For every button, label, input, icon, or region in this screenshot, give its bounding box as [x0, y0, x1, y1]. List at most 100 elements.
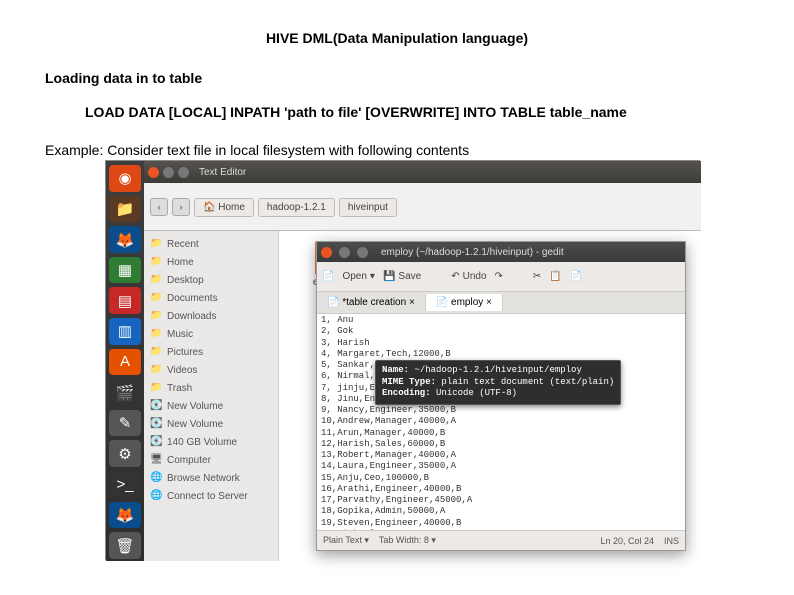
file-manager-header: Text Editor ‹ › 🏠 Home hadoop-1.2.1 hive… [144, 161, 701, 231]
folder-icon: 📁 [150, 382, 162, 394]
unity-launcher: ◉ 📁 🦊 ▦ ▤ ▥ A 🎬 ✎ ⚙ >_ 🦊 🗑 [106, 161, 144, 561]
gedit-title-text: employ (~/hadoop-1.2.1/hiveinput) - gedi… [381, 247, 564, 258]
maximize-icon[interactable] [357, 247, 368, 258]
sidebar-item[interactable]: 💽140 GB Volume [144, 433, 278, 451]
software-icon[interactable]: A [109, 349, 141, 376]
crumb-hadoop[interactable]: hadoop-1.2.1 [258, 198, 335, 217]
sidebar-item[interactable]: 📁Music [144, 325, 278, 343]
folder-icon: 📁 [150, 274, 162, 286]
editor-line: 17,Parvathy,Engineer,45000,A [321, 495, 681, 506]
terminal-icon[interactable]: >_ [109, 471, 141, 498]
trash-icon[interactable]: 🗑 [109, 532, 141, 559]
crumb-hiveinput[interactable]: hiveinput [339, 198, 397, 217]
save-button[interactable]: 💾 Save [383, 271, 421, 282]
sidebar-item[interactable]: 📁Desktop [144, 271, 278, 289]
gedit-editor[interactable]: Name: ~/hadoop-1.2.1/hiveinput/employ MI… [317, 314, 685, 530]
tab-table-creation[interactable]: 📄 *table creation × [317, 294, 426, 311]
folder-icon: 🌐 [150, 472, 162, 484]
gedit-tabs: 📄 *table creation × 📄 employ × [317, 292, 685, 314]
calc-icon[interactable]: ▦ [109, 257, 141, 284]
fm-sidebar: 📁Recent📁Home📁Desktop📁Documents📁Downloads… [144, 231, 279, 561]
editor-line: 16,Arathi,Engineer,40000,B [321, 484, 681, 495]
gedit-window: employ (~/hadoop-1.2.1/hiveinput) - gedi… [316, 241, 686, 551]
folder-icon: 🖥 [150, 454, 162, 466]
sidebar-item[interactable]: 💽New Volume [144, 415, 278, 433]
folder-icon: 📁 [150, 310, 162, 322]
editor-line: 4, Margaret,Tech,12000,B [321, 349, 681, 360]
nav-forward-icon[interactable]: › [172, 198, 190, 216]
editor-line: 13,Robert,Manager,40000,A [321, 450, 681, 461]
open-button[interactable]: Open ▾ [342, 271, 375, 282]
section-heading: Loading data in to table [45, 70, 749, 86]
sidebar-item[interactable]: 🌐Browse Network [144, 469, 278, 487]
folder-icon: 📁 [150, 238, 162, 250]
writer-icon[interactable]: ▥ [109, 318, 141, 345]
sidebar-item[interactable]: 🌐Connect to Server [144, 487, 278, 505]
new-file-button[interactable]: 📄 [322, 271, 334, 282]
undo-button[interactable]: ↶ Undo [451, 271, 486, 282]
folder-icon: 💽 [150, 436, 162, 448]
paste-icon[interactable]: 📄 [570, 271, 582, 282]
editor-line: 10,Andrew,Manager,40000,A [321, 416, 681, 427]
fm-title-text: Text Editor [199, 167, 246, 178]
status-tabwidth[interactable]: Tab Width: 8 ▾ [379, 535, 436, 546]
editor-line: 15,Anju,Ceo,100000,B [321, 473, 681, 484]
close-icon[interactable] [148, 167, 159, 178]
editor-line: 20,Michael,Ceo,100000,A [321, 529, 681, 530]
gedit-statusbar: Plain Text ▾ Tab Width: 8 ▾ Ln 20, Col 2… [317, 530, 685, 550]
media-icon[interactable]: 🎬 [109, 379, 141, 406]
editor-line: 18,Gopika,Admin,50000,A [321, 506, 681, 517]
example-text: Example: Consider text file in local fil… [45, 142, 749, 158]
folder-icon: 📁 [150, 256, 162, 268]
sidebar-item[interactable]: 🖥Computer [144, 451, 278, 469]
editor-line: 3, Harish [321, 338, 681, 349]
minimize-icon[interactable] [339, 247, 350, 258]
sidebar-item[interactable]: 📁Recent [144, 235, 278, 253]
maximize-icon[interactable] [178, 167, 189, 178]
editor-line: 14,Laura,Engineer,35000,A [321, 461, 681, 472]
gedit-toolbar: 📄 Open ▾ 💾 Save ↶ Undo ↷ ✂ 📋 📄 [317, 262, 685, 292]
sidebar-item[interactable]: 📁Trash [144, 379, 278, 397]
sidebar-item[interactable]: 📁Downloads [144, 307, 278, 325]
editor-line: 11,Arun,Manager,40000,B [321, 428, 681, 439]
editor-line: 19,Steven,Engineer,40000,B [321, 518, 681, 529]
redo-button[interactable]: ↷ [495, 271, 503, 282]
text-editor-icon[interactable]: ✎ [109, 410, 141, 437]
editor-line: 2, Gok [321, 326, 681, 337]
editor-line: 12,Harish,Sales,60000,B [321, 439, 681, 450]
status-mode[interactable]: Plain Text ▾ [323, 535, 369, 546]
folder-icon: 📁 [150, 328, 162, 340]
syntax-line: LOAD DATA [LOCAL] INPATH 'path to file' … [85, 104, 749, 120]
tab-employ[interactable]: 📄 employ × [426, 294, 503, 311]
minimize-icon[interactable] [163, 167, 174, 178]
close-icon[interactable] [321, 247, 332, 258]
folder-icon: 📁 [150, 346, 162, 358]
fm-pathbar: ‹ › 🏠 Home hadoop-1.2.1 hiveinput [144, 183, 701, 231]
sidebar-item[interactable]: 💽New Volume [144, 397, 278, 415]
folder-icon[interactable]: 📁 [109, 196, 141, 223]
cut-icon[interactable]: ✂ [533, 271, 541, 282]
ubuntu-icon[interactable]: ◉ [109, 165, 141, 192]
folder-icon: 💽 [150, 400, 162, 412]
editor-line: 9, Nancy,Engineer,35000,B [321, 405, 681, 416]
page-title: HIVE DML(Data Manipulation language) [45, 30, 749, 46]
status-cursor: Ln 20, Col 24 [600, 536, 654, 546]
settings-icon[interactable]: ⚙ [109, 440, 141, 467]
sidebar-item[interactable]: 📁Pictures [144, 343, 278, 361]
sidebar-item[interactable]: 📁Home [144, 253, 278, 271]
sidebar-item[interactable]: 📁Documents [144, 289, 278, 307]
editor-line: 1, Anu [321, 315, 681, 326]
crumb-home[interactable]: 🏠 Home [194, 198, 254, 217]
folder-icon: 💽 [150, 418, 162, 430]
firefox2-icon[interactable]: 🦊 [109, 502, 141, 529]
firefox-icon[interactable]: 🦊 [109, 226, 141, 253]
file-tooltip: Name: ~/hadoop-1.2.1/hiveinput/employ MI… [375, 360, 621, 405]
folder-icon: 🌐 [150, 490, 162, 502]
folder-icon: 📁 [150, 364, 162, 376]
copy-icon[interactable]: 📋 [549, 271, 561, 282]
impress-icon[interactable]: ▤ [109, 287, 141, 314]
nav-back-icon[interactable]: ‹ [150, 198, 168, 216]
sidebar-item[interactable]: 📁Videos [144, 361, 278, 379]
folder-icon: 📁 [150, 292, 162, 304]
status-insert: INS [664, 536, 679, 546]
